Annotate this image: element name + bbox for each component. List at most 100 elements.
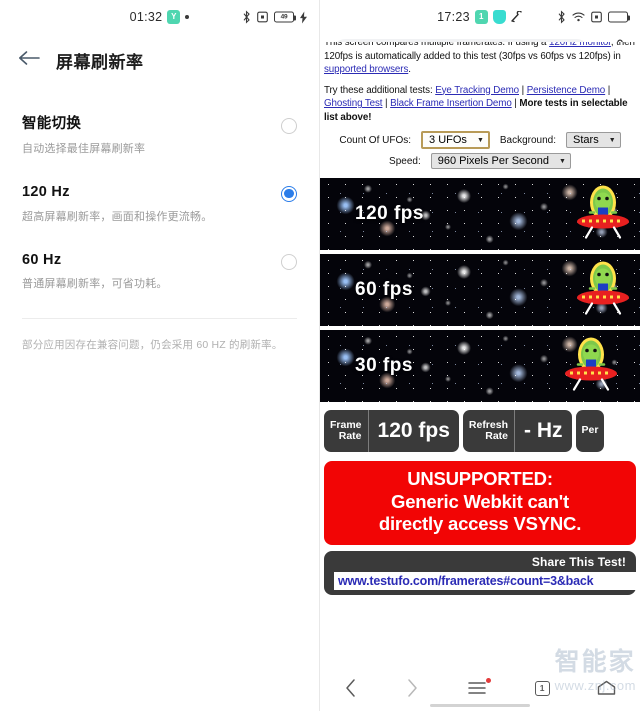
ufo-strip-60fps: 60 fps [320, 254, 640, 327]
controls-row-2: Speed: 960 Pixels Per Second ▼ [320, 153, 640, 170]
shield-badge-icon [492, 10, 506, 24]
count-of-ufos-select[interactable]: 3 UFOs ▼ [421, 131, 490, 150]
settings-header: 屏幕刷新率 [0, 34, 319, 73]
speed-label: Speed: [389, 155, 421, 167]
intro-part3: . [408, 64, 411, 76]
option-120hz[interactable]: 120 Hz 超高屏幕刷新率，画面和操作更流畅。 [0, 169, 319, 237]
chevron-down-icon: ▼ [559, 157, 566, 165]
fps-label: 30 fps [355, 355, 413, 377]
per-label: Per [581, 424, 599, 437]
per-readout-clipped: Per [575, 410, 605, 453]
nav-home-button[interactable] [597, 680, 616, 696]
frame-rate-value: 120 fps [367, 410, 459, 453]
additional-tests-lead: Try these additional tests: [324, 84, 436, 96]
nav-tabs-button[interactable]: 1 [534, 680, 550, 696]
bluetooth-icon [557, 10, 566, 24]
nav-forward-button[interactable] [405, 678, 419, 698]
radio-120hz[interactable] [281, 185, 297, 202]
option-60hz[interactable]: 60 Hz 普通屏幕刷新率，可省功耗。 [0, 237, 319, 305]
left-status-icons: 49 [242, 10, 307, 24]
back-button[interactable] [18, 50, 40, 71]
radio-60hz[interactable] [281, 253, 297, 270]
bluetooth-icon [242, 10, 251, 24]
nav-back-button[interactable] [344, 678, 358, 698]
refresh-rate-value: - Hz [514, 410, 572, 453]
test-controls: Count Of UFOs: 3 UFOs ▼ Background: Star… [320, 124, 640, 178]
right-status-icons [557, 10, 630, 24]
count-of-ufos-label: Count Of UFOs: [339, 134, 412, 146]
option-auto-switch[interactable]: 智能切换 自动选择最佳屏幕刷新率 [0, 101, 319, 169]
link-black-frame-insertion-demo[interactable]: Black Frame Insertion Demo [390, 98, 512, 109]
ufo-icon [560, 335, 622, 398]
ufo-icon [572, 259, 634, 322]
frame-rate-label: Frame Rate [324, 418, 368, 443]
intro-paragraph: This screen compares multiple framerates… [320, 42, 640, 77]
link-eye-tracking-demo[interactable]: Eye Tracking Demo [435, 85, 519, 96]
banner-line2: Generic Webkit can't [391, 490, 569, 512]
screenrecord-icon [591, 11, 602, 23]
frame-rate-label-line2: Rate [338, 430, 362, 443]
frame-rate-label-line1: Frame [330, 418, 362, 431]
refresh-rate-readout: Refresh Rate - Hz [462, 410, 572, 453]
chevron-left-icon [346, 679, 355, 697]
option-description: 普通屏幕刷新率，可省功耗。 [22, 278, 168, 291]
speed-value: 960 Pixels Per Second [437, 155, 550, 168]
additional-tests-paragraph: Try these additional tests: Eye Tracking… [320, 84, 640, 125]
notification-badge-icon: 1 [474, 10, 488, 24]
frame-rate-readout: Frame Rate 120 fps [324, 410, 459, 453]
menu-notification-dot [485, 678, 491, 683]
wifi-icon [572, 12, 585, 23]
sep-2: | [605, 84, 611, 96]
home-indicator [430, 704, 530, 707]
refresh-rate-label: Refresh Rate [463, 418, 514, 443]
controls-row-1: Count Of UFOs: 3 UFOs ▼ Background: Star… [320, 131, 640, 150]
link-120hz-monitor[interactable]: 120Hz monitor [549, 42, 611, 48]
share-this-test-title: Share This Test! [531, 554, 626, 569]
background-select[interactable]: Stars ▼ [566, 132, 621, 149]
status-dot-icon [185, 15, 190, 19]
compatibility-note: 部分应用因存在兼容问题，仍会采用 60 HZ 的刷新率。 [22, 339, 283, 352]
screenrecord-icon [257, 11, 268, 23]
share-url-field[interactable]: www.testufo.com/framerates#count=3&back [334, 571, 636, 590]
background-label: Background: [499, 134, 557, 146]
banner-line3: directly access VSYNC. [378, 513, 582, 535]
link-ghosting-test[interactable]: Ghosting Test [324, 98, 383, 109]
option-title: 智能切换 [22, 116, 82, 132]
background-value: Stars [573, 134, 599, 147]
left-clock: 01:32 [129, 10, 163, 24]
link-supported-browsers[interactable]: supported browsers [324, 64, 408, 75]
intro-part1: This screen compares multiple framerates… [324, 42, 550, 48]
option-description: 自动选择最佳屏幕刷新率 [22, 142, 146, 155]
right-status-bar: 17:23 1 [320, 0, 640, 34]
notification-badge-icon: Y [167, 10, 181, 24]
fps-label: 60 fps [355, 279, 413, 301]
web-content: This screen compares multiple framerates… [320, 42, 640, 671]
right-status-center: 17:23 1 [437, 10, 523, 24]
chevron-down-icon: ▼ [476, 136, 484, 144]
dual-screenshot: 01:32 Y 49 屏幕刷新率 智能切换 自动选择最佳屏幕刷新率 120 Hz… [0, 0, 640, 711]
rate-readout-bar: Frame Rate 120 fps Refresh Rate - Hz Per [320, 406, 640, 456]
banner-line1: UNSUPPORTED: [407, 468, 553, 490]
share-this-test-box: Share This Test! www.testufo.com/framera… [324, 550, 636, 595]
option-text: 智能切换 自动选择最佳屏幕刷新率 [22, 114, 281, 156]
sep-1: | [519, 84, 527, 96]
left-status-center: 01:32 Y [130, 10, 190, 24]
ufo-strip-120fps: 120 fps [320, 178, 640, 251]
page-title: 屏幕刷新率 [56, 53, 144, 72]
browser-panel: 17:23 1 This screen compares multiple fr… [320, 0, 640, 711]
refresh-rate-options: 智能切换 自动选择最佳屏幕刷新率 120 Hz 超高屏幕刷新率，画面和操作更流畅… [0, 101, 319, 352]
left-status-bar: 01:32 Y 49 [0, 0, 319, 34]
refresh-rate-label-line1: Refresh [468, 418, 508, 431]
option-title: 120 Hz [22, 183, 70, 200]
nav-menu-button[interactable] [467, 678, 491, 695]
unsupported-banner: UNSUPPORTED: Generic Webkit can't direct… [324, 461, 636, 545]
battery-icon: 49 [274, 11, 296, 23]
speed-select[interactable]: 960 Pixels Per Second ▼ [430, 153, 571, 170]
right-clock: 17:23 [437, 10, 470, 24]
settings-panel: 01:32 Y 49 屏幕刷新率 智能切换 自动选择最佳屏幕刷新率 120 Hz… [0, 0, 320, 711]
chevron-down-icon: ▼ [608, 136, 616, 144]
hamburger-menu-icon [468, 682, 486, 694]
home-icon [597, 680, 616, 695]
link-persistence-demo[interactable]: Persistence Demo [527, 85, 606, 96]
radio-auto-switch[interactable] [281, 118, 297, 134]
